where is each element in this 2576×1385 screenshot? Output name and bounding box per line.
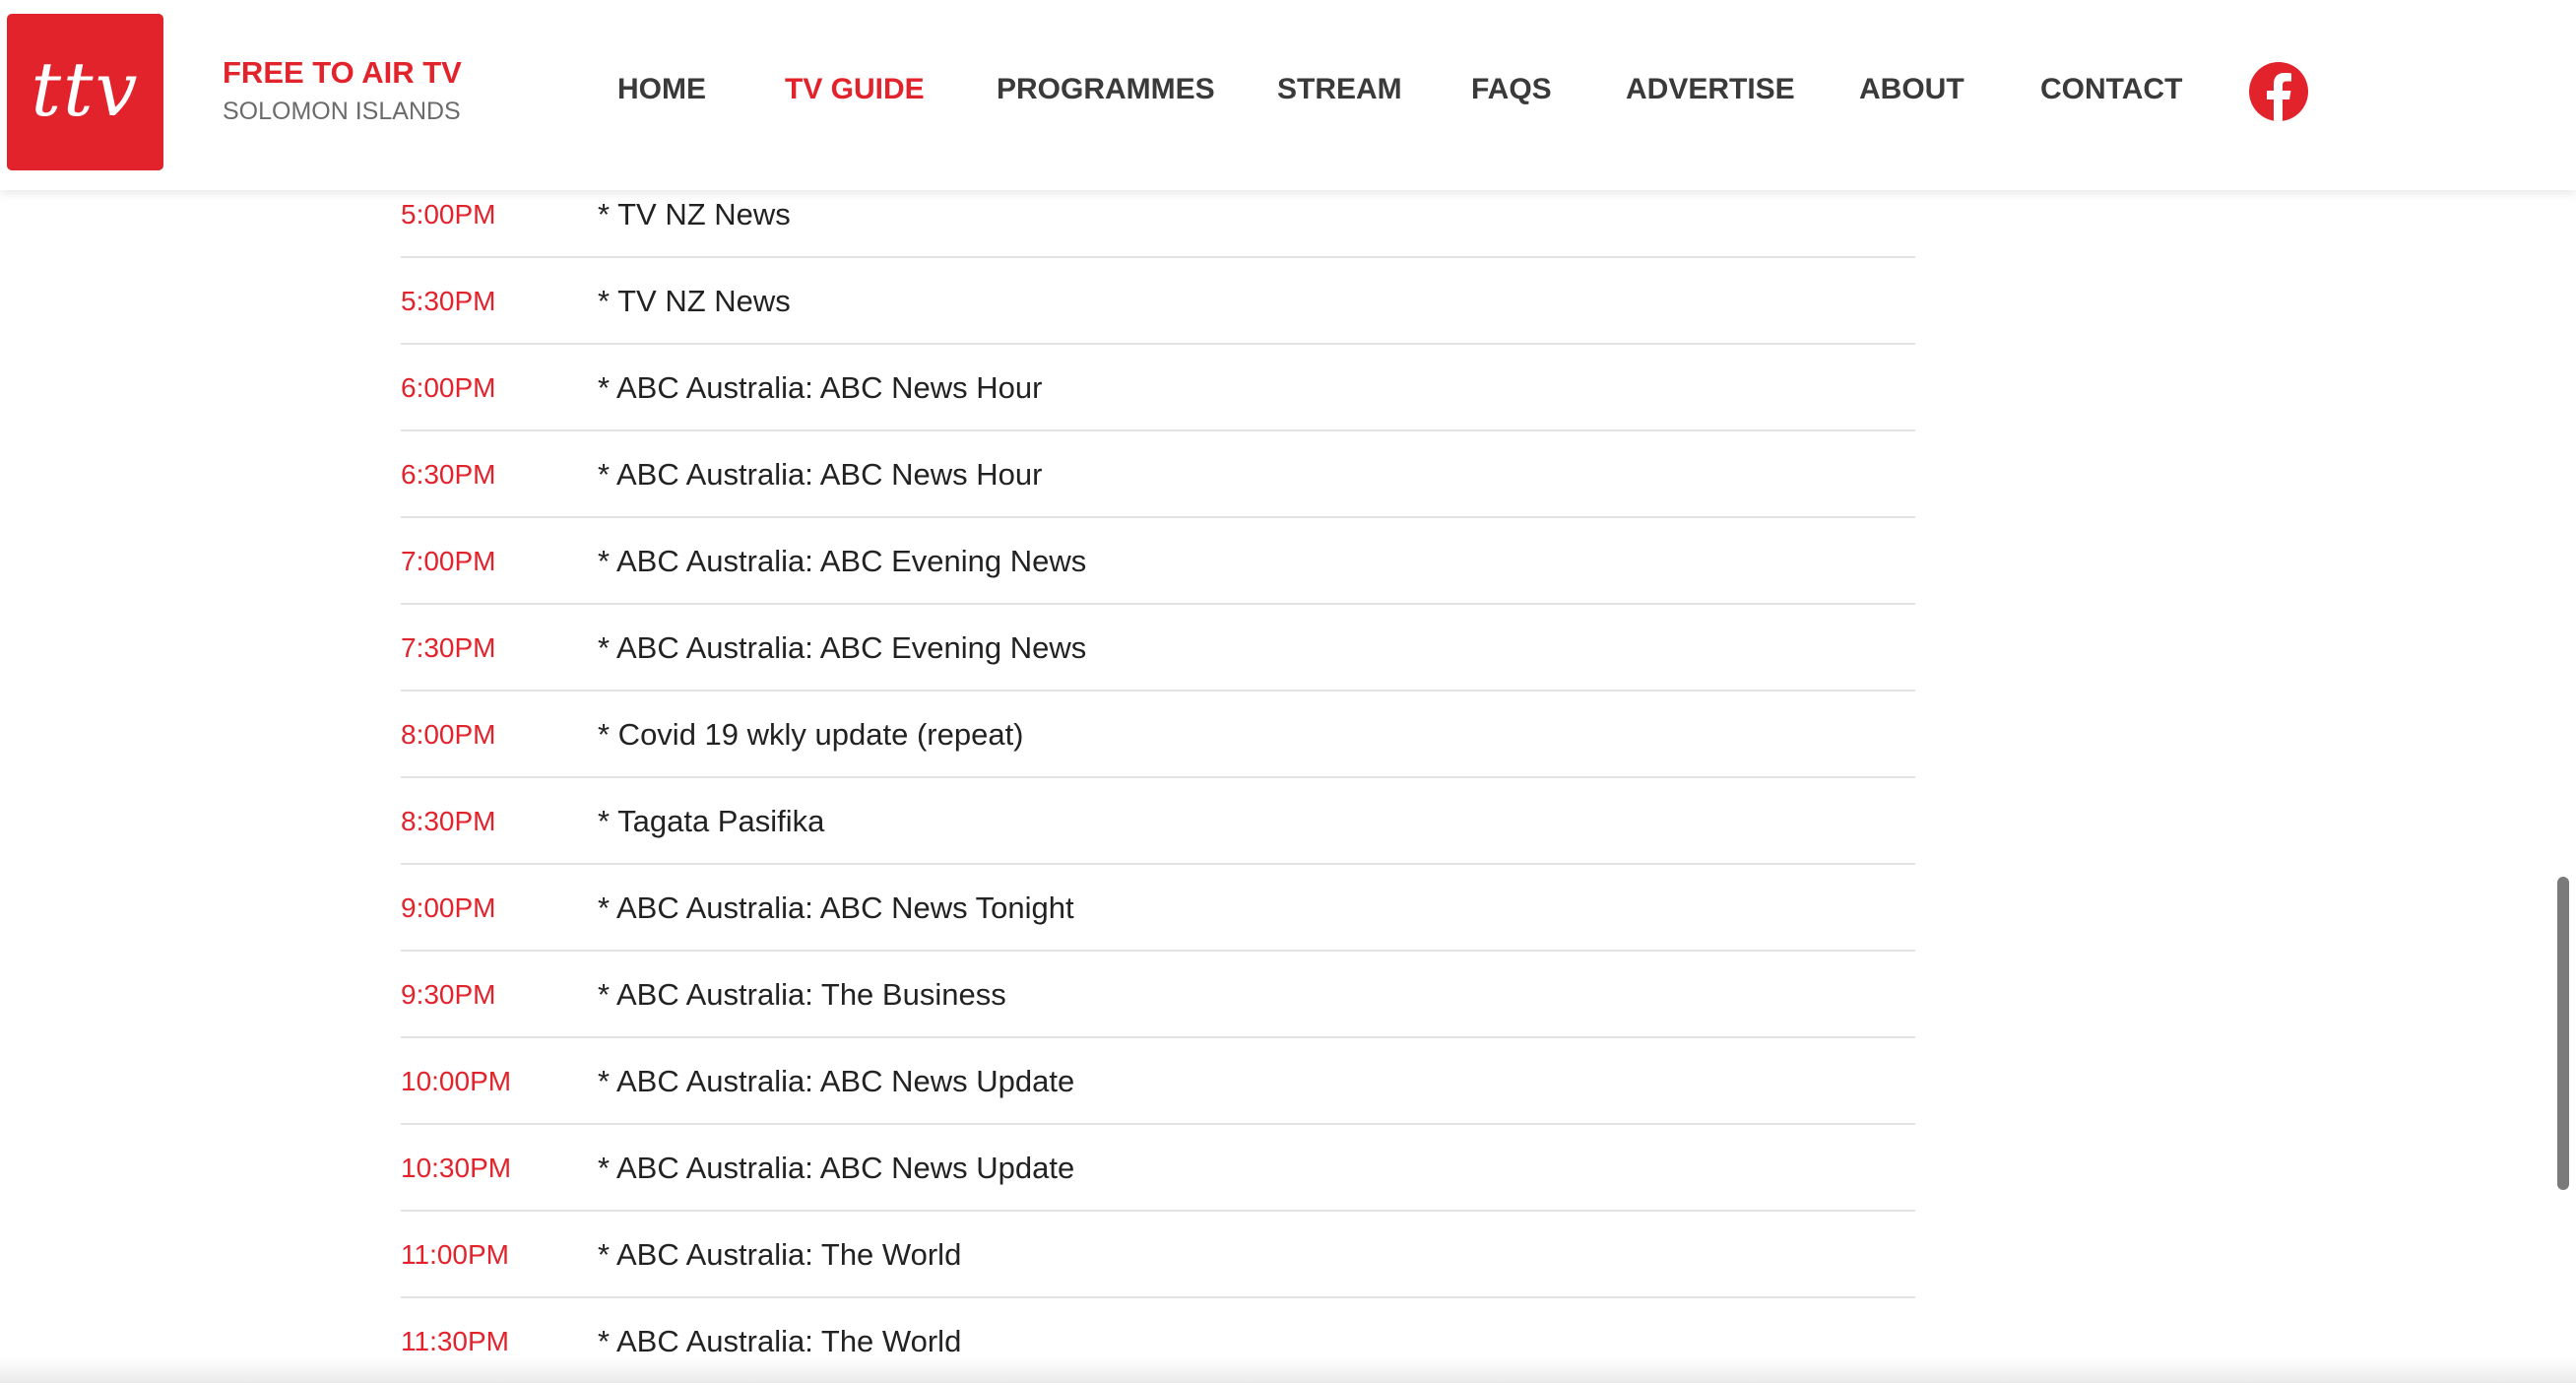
program-title: * ABC Australia: ABC News Hour [598, 370, 1043, 405]
time-slot: 5:30PM [401, 286, 496, 316]
time-slot: 10:00PM [401, 1066, 512, 1096]
program-title: * ABC Australia: ABC News Update [598, 1151, 1075, 1185]
time-slot: 5:00PM [401, 199, 496, 230]
time-slot: 7:00PM [401, 546, 496, 576]
facebook-icon[interactable] [2249, 62, 2308, 121]
program-title: * ABC Australia: The World [598, 1324, 962, 1358]
page-scrollbar[interactable] [2554, 0, 2576, 1383]
nav-advertise[interactable]: ADVERTISE [1626, 75, 1795, 104]
nav-stream[interactable]: STREAM [1277, 75, 1402, 104]
time-slot: 8:30PM [401, 806, 496, 836]
nav-faqs[interactable]: FAQS [1471, 75, 1552, 104]
facebook-f-glyph [2267, 73, 2291, 121]
program-title: * ABC Australia: The World [598, 1237, 962, 1272]
time-slot: 7:30PM [401, 632, 496, 663]
schedule-row: 7:00PM * ABC Australia: ABC Evening News [401, 518, 1915, 605]
logo-text: ttv [31, 44, 140, 133]
site-header: ttv FREE TO AIR TV SOLOMON ISLANDS HOME … [0, 0, 2576, 190]
program-title: * ABC Australia: ABC News Hour [598, 457, 1043, 492]
tv-guide-schedule: 5:00PM * TV NZ News 5:30PM * TV NZ News … [401, 171, 1915, 1385]
time-slot: 10:30PM [401, 1153, 512, 1183]
schedule-row: 10:00PM * ABC Australia: ABC News Update [401, 1038, 1915, 1125]
program-title: * TV NZ News [598, 284, 791, 318]
program-title: * TV NZ News [598, 197, 791, 231]
schedule-row: 9:30PM * ABC Australia: The Business [401, 952, 1915, 1038]
brand-title[interactable]: FREE TO AIR TV [223, 57, 462, 88]
time-slot: 9:00PM [401, 892, 496, 923]
schedule-row: 6:00PM * ABC Australia: ABC News Hour [401, 345, 1915, 431]
nav-programmes[interactable]: PROGRAMMES [997, 75, 1215, 104]
program-title: * Covid 19 wkly update (repeat) [598, 717, 1024, 752]
program-title: * ABC Australia: ABC Evening News [598, 630, 1087, 665]
program-title: * ABC Australia: The Business [598, 977, 1006, 1012]
schedule-row: 8:30PM * Tagata Pasifika [401, 778, 1915, 865]
schedule-row: 8:00PM * Covid 19 wkly update (repeat) [401, 692, 1915, 778]
schedule-row: 9:00PM * ABC Australia: ABC News Tonight [401, 865, 1915, 952]
program-title: * ABC Australia: ABC News Update [598, 1064, 1075, 1098]
nav-about[interactable]: ABOUT [1859, 75, 1964, 104]
time-slot: 8:00PM [401, 719, 496, 750]
schedule-row: 11:00PM * ABC Australia: The World [401, 1212, 1915, 1298]
schedule-row: 7:30PM * ABC Australia: ABC Evening News [401, 605, 1915, 692]
scrollbar-thumb[interactable] [2557, 877, 2569, 1190]
nav-home[interactable]: HOME [617, 75, 706, 104]
schedule-row: 5:30PM * TV NZ News [401, 258, 1915, 345]
time-slot: 9:30PM [401, 979, 496, 1010]
schedule-row: 6:30PM * ABC Australia: ABC News Hour [401, 431, 1915, 518]
time-slot: 6:30PM [401, 459, 496, 490]
brand-subtitle: SOLOMON ISLANDS [223, 98, 461, 125]
nav-tv-guide[interactable]: TV GUIDE [785, 75, 925, 104]
schedule-row: 10:30PM * ABC Australia: ABC News Update [401, 1125, 1915, 1212]
ttv-logo[interactable]: ttv [7, 14, 163, 170]
program-title: * Tagata Pasifika [598, 804, 825, 838]
schedule-row: 11:30PM * ABC Australia: The World [401, 1298, 1915, 1385]
program-title: * ABC Australia: ABC News Tonight [598, 890, 1074, 925]
program-title: * ABC Australia: ABC Evening News [598, 544, 1087, 578]
time-slot: 11:30PM [401, 1326, 509, 1356]
time-slot: 6:00PM [401, 372, 496, 403]
time-slot: 11:00PM [401, 1239, 509, 1270]
nav-contact[interactable]: CONTACT [2040, 75, 2182, 104]
